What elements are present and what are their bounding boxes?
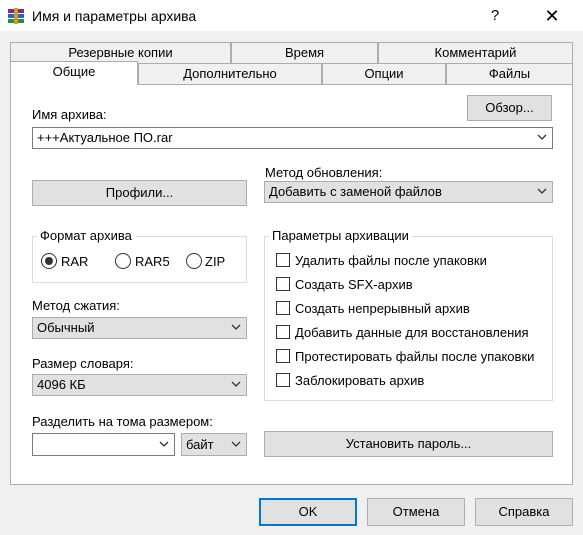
split-volumes-combo[interactable] [32,433,175,456]
tab-comment[interactable]: Комментарий [378,42,573,63]
chevron-down-icon [537,188,547,194]
tab-files[interactable]: Файлы [446,63,573,84]
help-question-icon[interactable]: ? [475,4,515,28]
radio-zip-label: ZIP [205,254,226,269]
split-unit-value: байт [186,437,214,452]
compression-method-select[interactable]: Обычный [32,317,247,339]
split-volumes-label: Разделить на тома размером: [32,414,213,429]
tab-options[interactable]: Опции [322,63,446,84]
dictionary-size-value: 4096 КБ [37,377,86,392]
checkbox-create-sfx-label: Создать SFX-архив [295,277,413,292]
split-unit-select[interactable]: байт [181,433,247,456]
tab-time[interactable]: Время [231,42,378,63]
update-method-label: Метод обновления: [265,165,383,180]
checkbox-delete-files[interactable] [276,253,290,267]
radio-rar-label: RAR [61,254,89,269]
dictionary-size-select[interactable]: 4096 КБ [32,374,247,396]
chevron-down-icon [231,441,241,447]
checkbox-lock-archive[interactable] [276,373,290,387]
update-method-select[interactable]: Добавить с заменой файлов [264,181,553,203]
checkbox-recovery-record-label: Добавить данные для восстановления [295,325,529,340]
chevron-down-icon [537,134,547,140]
dictionary-size-label: Размер словаря: [32,356,134,371]
checkbox-solid-archive[interactable] [276,301,290,315]
help-button[interactable]: Справка [475,498,573,526]
checkbox-create-sfx[interactable] [276,277,290,291]
radio-rar[interactable] [41,253,57,269]
tab-advanced[interactable]: Дополнительно [138,63,322,84]
close-icon[interactable]: ✕ [530,4,574,28]
checkbox-solid-archive-label: Создать непрерывный архив [295,301,470,316]
chevron-down-icon [231,381,241,387]
ok-button[interactable]: OK [259,498,357,526]
compression-method-value: Обычный [37,320,95,335]
archive-name-label: Имя архива: [32,107,107,122]
winrar-app-icon [6,6,26,26]
update-method-value: Добавить с заменой файлов [269,184,442,199]
archiving-options-title: Параметры архивации [269,228,412,243]
window-title: Имя и параметры архива [32,8,197,24]
cancel-button[interactable]: Отмена [367,498,465,526]
tab-general[interactable]: Общие [10,61,138,85]
checkbox-lock-archive-label: Заблокировать архив [295,373,425,388]
archive-name-combo[interactable]: +++Актуальное ПО.rar [32,127,553,149]
radio-zip[interactable] [186,253,202,269]
set-password-button[interactable]: Установить пароль... [264,431,553,457]
archive-format-title: Формат архива [37,228,135,243]
checkbox-recovery-record[interactable] [276,325,290,339]
browse-button[interactable]: Обзор... [467,95,552,121]
tab-backup[interactable]: Резервные копии [10,42,231,63]
archive-name-value: +++Актуальное ПО.rar [37,130,173,145]
chevron-down-icon [231,324,241,330]
profiles-button[interactable]: Профили... [32,180,247,206]
compression-method-label: Метод сжатия: [32,298,120,313]
chevron-down-icon [159,441,169,447]
checkbox-test-files-label: Протестировать файлы после упаковки [295,349,535,364]
checkbox-test-files[interactable] [276,349,290,363]
radio-rar5-label: RAR5 [135,254,170,269]
checkbox-delete-files-label: Удалить файлы после упаковки [295,253,487,268]
radio-rar5[interactable] [115,253,131,269]
